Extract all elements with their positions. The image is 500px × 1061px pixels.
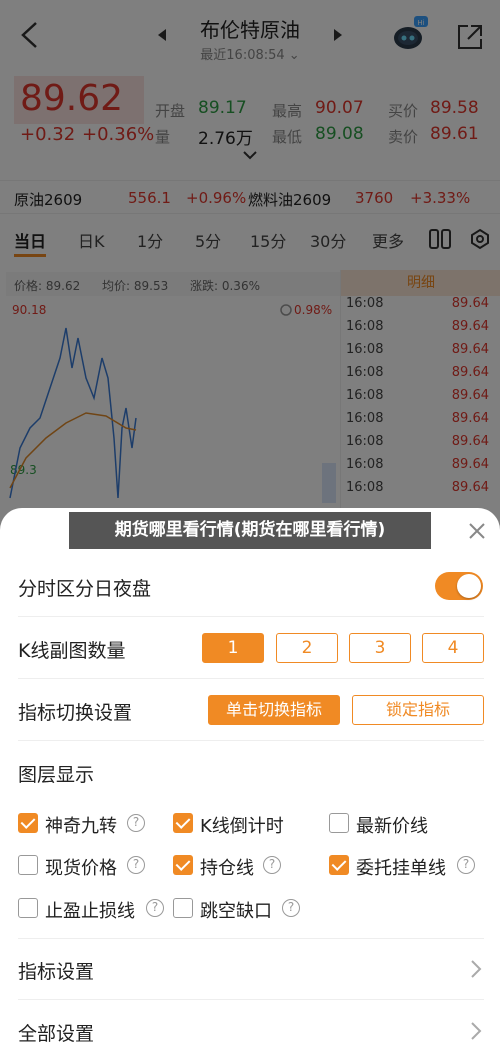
divider [18, 616, 484, 617]
indicator-switch-label: 指标切换设置 [18, 702, 133, 724]
checkbox-magic-nine[interactable] [18, 813, 38, 833]
kline-count-option-1[interactable]: 1 [202, 633, 264, 663]
close-icon[interactable] [466, 520, 488, 542]
layer-label[interactable]: 神奇九转 [45, 812, 117, 838]
divider [18, 999, 484, 1000]
layer-label[interactable]: 跳空缺口 [200, 897, 272, 923]
checkbox-order-line[interactable] [329, 855, 349, 875]
checkbox-tp-sl-line[interactable] [18, 898, 38, 918]
checkbox-gap[interactable] [173, 898, 193, 918]
click-switch-indicator-button[interactable]: 单击切换指标 [208, 695, 340, 725]
chevron-right-icon[interactable] [470, 959, 482, 979]
article-title-banner: 期货哪里看行情(期货在哪里看行情) [69, 512, 431, 549]
layer-label[interactable]: K线倒计时 [200, 812, 284, 838]
help-icon[interactable]: ? [127, 814, 145, 832]
help-icon[interactable]: ? [263, 856, 281, 874]
checkbox-open-interest-line[interactable] [173, 855, 193, 875]
checkbox-kline-countdown[interactable] [173, 813, 193, 833]
checkbox-spot-price[interactable] [18, 855, 38, 875]
toggle-knob [457, 574, 481, 598]
help-icon[interactable]: ? [457, 856, 475, 874]
layers-label: 图层显示 [18, 764, 95, 786]
layer-label[interactable]: 现货价格 [45, 854, 117, 880]
night-session-toggle[interactable] [435, 572, 483, 600]
kline-count-option-2[interactable]: 2 [276, 633, 338, 663]
checkbox-latest-price-line[interactable] [329, 813, 349, 833]
kline-count-option-3[interactable]: 3 [349, 633, 411, 663]
chevron-right-icon[interactable] [470, 1021, 482, 1041]
help-icon[interactable]: ? [146, 899, 164, 917]
layer-label[interactable]: 最新价线 [356, 812, 428, 838]
layer-label[interactable]: 持仓线 [200, 854, 254, 880]
indicator-settings-item[interactable]: 指标设置 [18, 957, 94, 984]
help-icon[interactable]: ? [282, 899, 300, 917]
help-icon[interactable]: ? [127, 856, 145, 874]
divider [18, 740, 484, 741]
all-settings-item[interactable]: 全部设置 [18, 1019, 94, 1046]
kline-subchart-label: K线副图数量 [18, 640, 126, 662]
divider [18, 938, 484, 939]
divider [18, 678, 484, 679]
layer-label[interactable]: 委托挂单线 [356, 854, 446, 880]
kline-count-option-4[interactable]: 4 [422, 633, 484, 663]
night-session-label: 分时区分日夜盘 [18, 578, 152, 600]
lock-indicator-button[interactable]: 锁定指标 [352, 695, 484, 725]
layer-label[interactable]: 止盈止损线 [45, 897, 135, 923]
